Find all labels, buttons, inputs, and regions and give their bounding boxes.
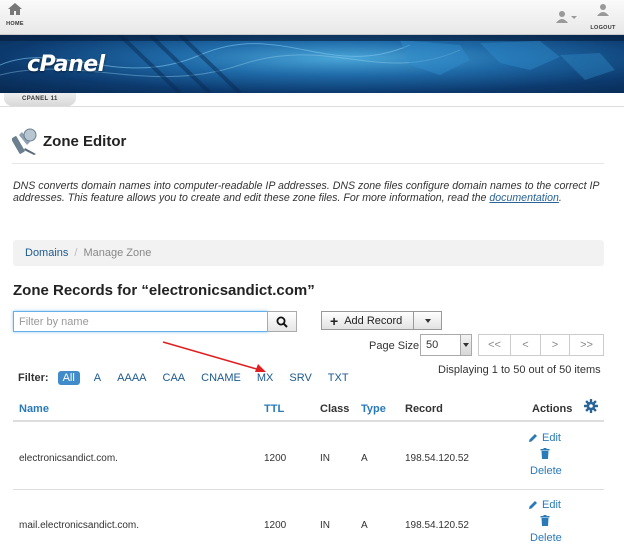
breadcrumb-current: Manage Zone (83, 247, 152, 259)
add-record-label: Add Record (344, 314, 403, 327)
record-name: mail.electronicsandict.com. (19, 520, 140, 531)
filter-aaaa[interactable]: AAAA (117, 372, 146, 384)
table-row: mail.electronicsandict.com. 1200 IN A 19… (13, 490, 604, 545)
record-value: 198.54.120.52 (405, 453, 469, 464)
column-class: Class (320, 403, 350, 415)
record-class: IN (320, 453, 330, 464)
search-icon (276, 316, 288, 328)
column-actions: Actions (532, 403, 573, 415)
plus-icon: + (330, 312, 339, 329)
pager-last[interactable]: >> (569, 334, 604, 356)
add-record-button[interactable]: + Add Record (321, 311, 414, 330)
top-bar: HOME LOGOUT (0, 0, 624, 35)
delete-button[interactable]: Delete (530, 532, 562, 544)
filter-mx[interactable]: MX (257, 372, 274, 384)
caret-down-icon (424, 318, 431, 323)
logout-link[interactable]: LOGOUT (588, 3, 618, 31)
edit-button[interactable]: Edit (528, 499, 561, 511)
record-ttl: 1200 (264, 520, 287, 531)
pencil-icon (529, 501, 537, 509)
table-header: Name TTL Class Type Record Actions (13, 395, 604, 422)
zone-editor-icon (12, 128, 37, 155)
gear-icon[interactable] (584, 399, 598, 413)
table-row: electronicsandict.com. 1200 IN A 198.54.… (13, 423, 604, 490)
page-size-value: 50 (426, 339, 439, 351)
edit-label: Edit (542, 499, 561, 511)
column-ttl[interactable]: TTL (264, 403, 284, 415)
select-arrow-icon (460, 335, 471, 355)
page-size-select[interactable]: 50 (420, 334, 472, 356)
zone-records-title: Zone Records for “electronicsandict.com” (13, 282, 315, 299)
documentation-link[interactable]: documentation (489, 192, 559, 204)
record-class: IN (320, 520, 330, 531)
edit-button[interactable]: Edit (528, 432, 561, 444)
cpanel-banner: cPanel (0, 35, 624, 93)
column-record: Record (405, 403, 443, 415)
home-icon (8, 3, 22, 15)
column-name[interactable]: Name (19, 403, 49, 415)
display-count: Displaying 1 to 50 out of 50 items (438, 364, 601, 376)
logout-icon (597, 4, 609, 16)
breadcrumb-separator: / (74, 247, 78, 259)
pager-first[interactable]: << (478, 334, 511, 356)
search-input[interactable] (13, 311, 268, 332)
type-filter: Filter: All A AAAA CAA CNAME MX SRV TXT (18, 371, 365, 385)
record-type: A (361, 520, 368, 531)
trash-icon[interactable] (540, 448, 550, 459)
pager-next[interactable]: > (540, 334, 570, 356)
breadcrumb: Domains / Manage Zone (13, 240, 604, 266)
filter-all[interactable]: All (57, 371, 80, 385)
heading-divider (12, 163, 604, 164)
cpanel-logo[interactable]: cPanel (27, 52, 105, 77)
filter-srv[interactable]: SRV (289, 372, 311, 384)
edit-label: Edit (542, 432, 561, 444)
trash-icon[interactable] (540, 515, 550, 526)
user-menu[interactable] (556, 10, 578, 28)
page-size-label: Page Size (369, 340, 420, 352)
filter-caa[interactable]: CAA (163, 372, 186, 384)
home-label: HOME (6, 21, 24, 27)
delete-button[interactable]: Delete (530, 465, 562, 477)
page-description: DNS converts domain names into computer-… (13, 180, 603, 204)
filter-a[interactable]: A (94, 372, 101, 384)
record-name: electronicsandict.com. (19, 453, 118, 464)
version-strip: CPANEL 11 (0, 93, 624, 107)
page-title: Zone Editor (43, 133, 127, 150)
search-button[interactable] (267, 311, 297, 332)
filter-cname[interactable]: CNAME (201, 372, 241, 384)
user-icon (556, 11, 577, 23)
home-link[interactable]: HOME (5, 3, 25, 27)
record-value: 198.54.120.52 (405, 520, 469, 531)
version-label: CPANEL 11 (4, 93, 76, 106)
logout-label: LOGOUT (590, 25, 616, 31)
record-type: A (361, 453, 368, 464)
filter-txt[interactable]: TXT (328, 372, 349, 384)
description-suffix: . (558, 192, 562, 204)
pager-prev[interactable]: < (510, 334, 541, 356)
pencil-icon (529, 434, 537, 442)
record-ttl: 1200 (264, 453, 287, 464)
column-type[interactable]: Type (361, 403, 386, 415)
filter-label: Filter: (18, 372, 49, 384)
breadcrumb-domains[interactable]: Domains (25, 247, 68, 259)
add-record-dropdown[interactable] (413, 311, 442, 330)
